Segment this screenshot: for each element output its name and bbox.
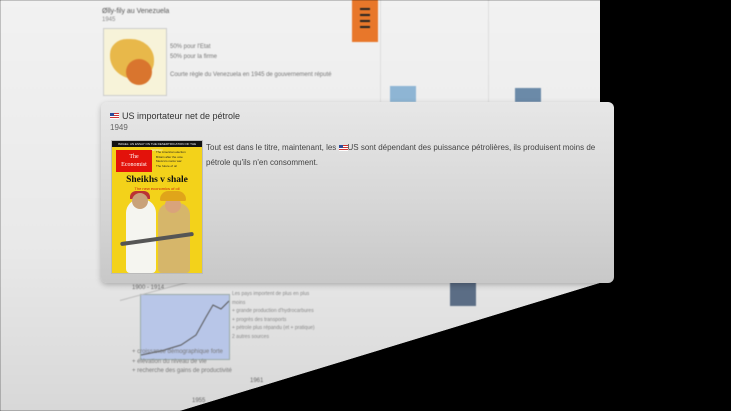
timeline-stage: Ølly-fily au Venezuela 1945 50% pour l'E…	[0, 0, 731, 411]
popup-title: US importateur net de pétrole	[110, 111, 240, 121]
event-popup-card[interactable]: US importateur net de pétrole 1949 ISRAE…	[101, 102, 614, 283]
cover-banner: ISRAEL: AN ESSAY ON THE DESERTIFICATION …	[112, 141, 202, 152]
economist-logo: The Economist	[116, 150, 152, 172]
bg-card-title: Ølly-fily au Venezuela	[102, 8, 170, 15]
economist-cover-image: ISRAEL: AN ESSAY ON THE DESERTIFICATION …	[111, 140, 203, 274]
popup-year: 1949	[110, 123, 128, 132]
bg-side-list: Les pays importent de plus en plus moins…	[232, 291, 315, 340]
us-flag-icon	[338, 144, 348, 151]
cover-side-list: The American election Britain after the …	[156, 150, 186, 168]
sheikh-figure	[126, 199, 156, 273]
popup-description: Tout est dans le titre, maintenant, les …	[206, 143, 596, 167]
venezuela-map-image	[103, 28, 167, 96]
bg-thumbnail	[390, 86, 416, 102]
bg-bottom-list: + croissance démographique forte + éléva…	[132, 349, 232, 375]
sheikh-head	[132, 193, 148, 209]
bg-orange-thumbnail	[352, 0, 378, 42]
bg-card-text: 50% pour l'Etat 50% pour la firme	[170, 44, 218, 61]
cover-headline: Sheikhs v shale	[126, 175, 188, 185]
hard-hat	[160, 191, 186, 201]
popup-title-text: US importateur net de pétrole	[122, 111, 241, 121]
bg-thumbnail	[515, 88, 541, 102]
bg-card-year: 1945	[102, 17, 116, 23]
bg-card-text-2: Courte règle du Venezuela en 1945 de gou…	[170, 72, 332, 78]
cover-subhead: The new economics of oil	[134, 186, 180, 191]
us-flag-icon	[110, 113, 119, 119]
